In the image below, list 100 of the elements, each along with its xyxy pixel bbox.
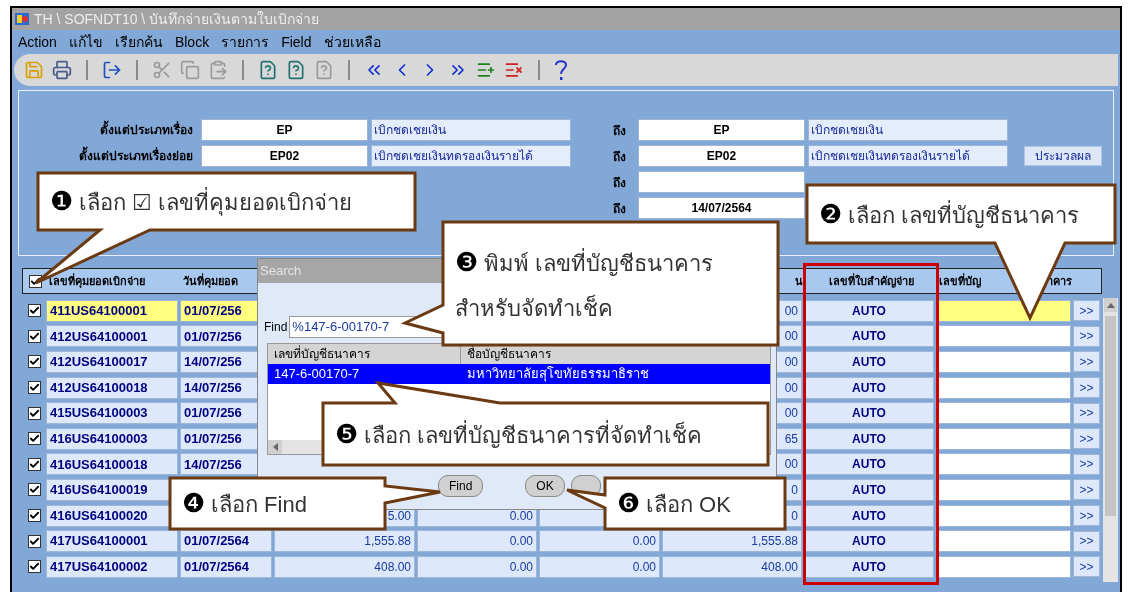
table-cell: AUTO xyxy=(804,504,934,527)
table-cell: 412US64100018 xyxy=(46,376,178,399)
menu-item[interactable]: Block xyxy=(174,31,210,53)
more-button[interactable]: >> xyxy=(1073,300,1100,322)
process-button[interactable]: ประมวลผล xyxy=(1024,146,1102,166)
printer-icon[interactable] xyxy=(52,60,72,80)
to-label: ถึง xyxy=(613,202,626,216)
insert-row-icon[interactable] xyxy=(476,60,496,80)
more-button[interactable]: >> xyxy=(1073,402,1100,424)
checkbox[interactable] xyxy=(27,355,41,369)
table-cell: 1,555.88 xyxy=(662,530,802,553)
code-field[interactable] xyxy=(638,171,805,193)
table-cell: 415US64100003 xyxy=(46,402,178,425)
menu-item[interactable]: ช่วยเหลือ xyxy=(323,31,381,53)
table-cell: 416US64100018 xyxy=(46,453,178,476)
callout-text: ❸ พิมพ์ เลขที่บัญชีธนาคาร xyxy=(455,245,714,279)
table-cell: 417US64100002 xyxy=(46,555,178,578)
checkbox[interactable] xyxy=(27,406,41,420)
description-field: เบิกชดเชยเงินทดรองเงินรายได้ xyxy=(371,145,571,167)
callout-text: ❹ เลือก Find xyxy=(182,487,307,520)
dialog-button[interactable]: OK xyxy=(525,475,565,497)
query-icon[interactable] xyxy=(258,60,278,80)
more-button[interactable]: >> xyxy=(1073,351,1100,373)
to-label: ถึง xyxy=(613,150,626,164)
table-cell: 408.00 xyxy=(662,555,802,578)
table-cell: AUTO xyxy=(804,427,934,450)
list-column-header: ชื่อบัญชีธนาคาร xyxy=(466,345,552,363)
table-cell: AUTO xyxy=(804,351,934,373)
table-cell: AUTO xyxy=(804,299,934,322)
column-header: เลขที่ใบสำคัญจ่าย xyxy=(828,272,914,290)
more-button[interactable]: >> xyxy=(1073,556,1100,578)
table-cell: AUTO xyxy=(804,376,934,399)
column-header: วันที่คุมยอด xyxy=(183,272,238,290)
checkbox[interactable] xyxy=(27,381,41,395)
field-label: ตั้งแต่ประเภทเรื่อง xyxy=(100,121,193,139)
checkbox[interactable] xyxy=(27,509,41,523)
code-field[interactable]: 14/07/2564 xyxy=(638,197,805,219)
description-field: เบิกชดเชยเงิน xyxy=(808,119,1008,141)
table-cell: AUTO xyxy=(804,478,934,501)
menu-item[interactable]: Field xyxy=(281,31,312,53)
checkbox[interactable] xyxy=(27,304,41,318)
more-button[interactable]: >> xyxy=(1073,453,1100,475)
dialog-title: Search xyxy=(260,262,302,281)
checkbox[interactable] xyxy=(27,534,41,548)
help-icon[interactable] xyxy=(554,58,568,82)
table-cell: 0.00 xyxy=(539,530,660,553)
code-field[interactable]: EP xyxy=(638,119,805,141)
checkbox[interactable] xyxy=(27,560,41,574)
field-label: ตั้งแต่ประเภทเรื่องย่อย xyxy=(79,147,193,165)
table-cell: 01/07/2564 xyxy=(180,530,272,553)
list-row[interactable]: 147-6-00170-7 มหาวิทยาลัยสุโขทัยธรรมาธิราช xyxy=(268,364,770,384)
table-cell: 01/07/2564 xyxy=(180,555,272,578)
more-button[interactable]: >> xyxy=(1073,505,1100,527)
column-header: น xyxy=(795,273,803,289)
scrollbar[interactable] xyxy=(1103,298,1118,582)
description-field: เบิกชดเชยเงิน xyxy=(371,119,571,141)
description-field: เบิกชดเชยเงินทดรองเงินรายได้ xyxy=(808,145,1008,167)
window-title: TH \ SOFNDT10 \ บันทึกจ่ายเงินตามใบเบิกจ่าย xyxy=(34,9,320,29)
checkbox[interactable] xyxy=(27,457,41,471)
more-button[interactable]: >> xyxy=(1073,377,1100,399)
column-header: าคาร xyxy=(1047,273,1072,289)
table-cell: 412US64100001 xyxy=(46,325,178,348)
menu-item[interactable]: Action xyxy=(18,31,57,53)
exit-door-icon[interactable] xyxy=(102,60,122,80)
callout-text: ❶ เลือก ☑ เลขที่คุมยอดเบิกจ่าย xyxy=(50,185,353,218)
column-header: เลขที่บัญ xyxy=(939,272,981,290)
find-label: Find xyxy=(264,319,288,336)
table-cell: AUTO xyxy=(804,453,934,476)
more-button[interactable]: >> xyxy=(1073,530,1100,552)
table-cell: AUTO xyxy=(804,555,934,578)
more-button[interactable]: >> xyxy=(1073,325,1100,347)
menu-item[interactable]: แก้ไข xyxy=(68,31,103,53)
checkbox[interactable] xyxy=(27,329,41,343)
more-button[interactable]: >> xyxy=(1073,479,1100,501)
table-cell: 0.00 xyxy=(417,530,537,553)
table-cell: 408.00 xyxy=(274,555,415,578)
table-cell: 417US64100001 xyxy=(46,530,178,553)
code-field[interactable]: EP xyxy=(201,119,368,141)
scroll-up-icon[interactable] xyxy=(1106,302,1115,308)
checkbox[interactable] xyxy=(27,483,41,497)
menu-item[interactable]: รายการ xyxy=(221,31,270,53)
code-field[interactable]: EP02 xyxy=(638,145,805,167)
table-cell: 416US64100003 xyxy=(46,427,178,450)
table-cell: 1,555.88 xyxy=(274,530,415,553)
table-cell: 0.00 xyxy=(417,555,537,578)
to-label: ถึง xyxy=(613,124,626,138)
code-field[interactable]: EP02 xyxy=(201,145,368,167)
callout-text: ❷ เลือก เลขที่บัญชีธนาคาร xyxy=(819,197,1080,231)
dialog-button[interactable]: Find xyxy=(438,475,484,497)
table-cell: 0.00 xyxy=(539,555,660,578)
app-icon xyxy=(14,11,30,27)
menu-item[interactable]: เรียกค้น xyxy=(114,31,163,53)
table-cell: 412US64100017 xyxy=(46,351,178,373)
query-icon[interactable] xyxy=(286,60,306,80)
more-button[interactable]: >> xyxy=(1073,428,1100,450)
delete-row-icon[interactable] xyxy=(504,60,524,80)
column-header: เลขที่คุมยอดเบิกจ่าย xyxy=(49,272,145,290)
checkbox[interactable] xyxy=(27,432,41,446)
table-cell: AUTO xyxy=(804,325,934,348)
table-cell: AUTO xyxy=(804,402,934,425)
